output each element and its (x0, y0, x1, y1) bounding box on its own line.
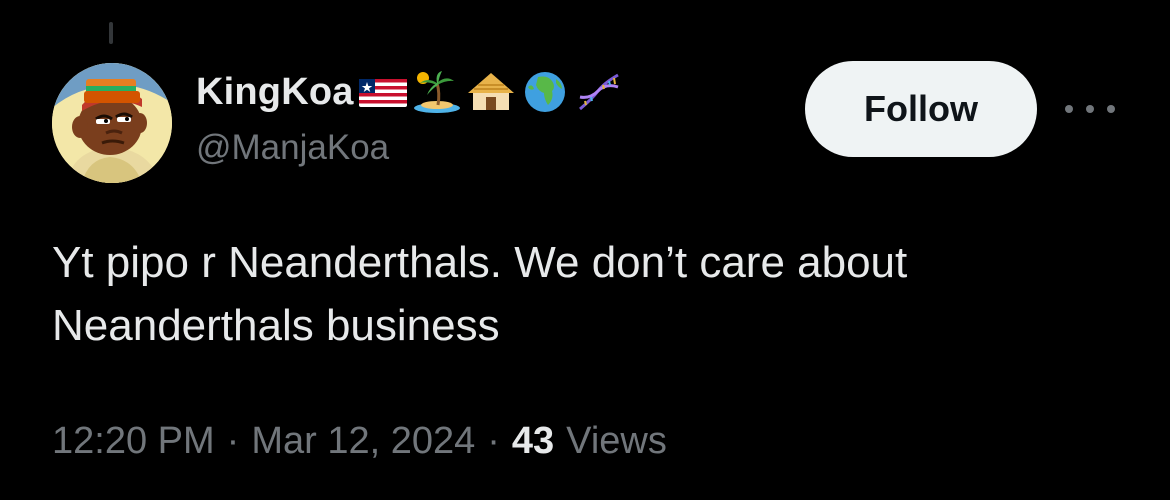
avatar-cartoon-icon (52, 63, 172, 183)
tweet-text: Yt pipo r Neanderthals. We don’t care ab… (52, 238, 908, 350)
meta-separator: · (487, 420, 500, 462)
desert-island-icon (413, 71, 460, 113)
tweet-meta: 12:20 PM · Mar 12, 2024 · 43 Views (52, 420, 667, 463)
dna-icon (578, 73, 619, 111)
flag-liberia-icon (358, 79, 407, 107)
more-dot (1065, 105, 1073, 113)
meta-separator: · (226, 420, 240, 462)
more-dot (1086, 105, 1094, 113)
tweet-time[interactable]: 12:20 PM (52, 420, 215, 463)
user-name-row[interactable]: KingKoa (196, 66, 626, 118)
user-handle[interactable]: @ManjaKoa (196, 128, 389, 168)
more-dot (1107, 105, 1115, 113)
avatar[interactable] (52, 63, 172, 183)
views-count[interactable]: 43 (512, 420, 554, 463)
globe-africa-icon (524, 72, 565, 112)
name-emoji-row (356, 69, 626, 115)
hut-icon (467, 73, 514, 110)
tweet-date[interactable]: Mar 12, 2024 (251, 420, 475, 463)
more-options-icon[interactable] (1065, 95, 1115, 123)
thread-connector-line (109, 22, 113, 44)
display-name[interactable]: KingKoa (196, 71, 354, 114)
follow-button[interactable]: Follow (805, 61, 1037, 157)
views-label[interactable]: Views (566, 420, 667, 463)
